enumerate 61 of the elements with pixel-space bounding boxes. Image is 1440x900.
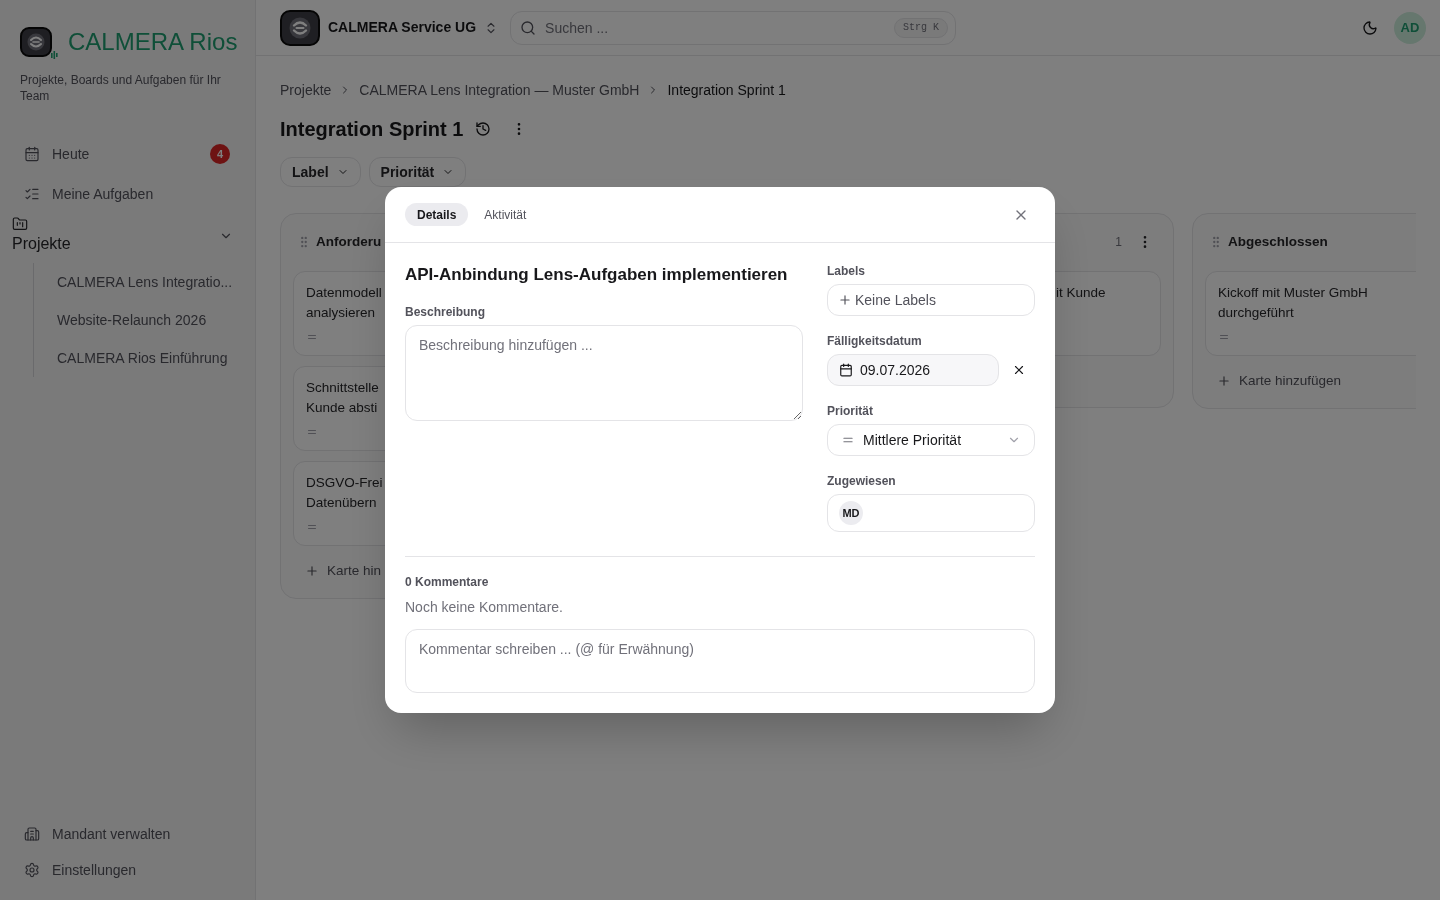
workspace-switcher[interactable]: CALMERA Service UG [280, 9, 499, 46]
breadcrumb-current: Integration Sprint 1 [667, 80, 786, 100]
add-card-button[interactable]: Karte hin [293, 556, 382, 586]
assignee-avatar[interactable]: MD [839, 501, 863, 525]
project-link[interactable]: Website-Relaunch 2026 [34, 301, 255, 339]
column-title: Abgeschlossen [1228, 232, 1328, 251]
field-label: Fälligkeitsdatum [827, 333, 923, 349]
card-title: Schnittstelle Kunde absti [306, 379, 379, 417]
filter-button[interactable]: Label [280, 157, 361, 187]
field-label: 0 Kommentare [405, 574, 490, 590]
task-card[interactable]: Kickoff mit Muster GmbH durchgeführt [1205, 271, 1416, 356]
history-icon[interactable] [475, 121, 492, 137]
card-title: Datenmodell analysieren [306, 284, 382, 322]
card-title: Kickoff mit Muster GmbH durchgeführt [1218, 284, 1368, 322]
clear-icon[interactable] [1012, 363, 1026, 377]
search-icon [520, 19, 537, 36]
empty-comments-text: Noch keine Kommentare. [405, 598, 564, 617]
moon-icon[interactable] [1362, 19, 1378, 36]
card-title: it Kunde [1056, 284, 1106, 302]
tab[interactable]: Details [405, 203, 469, 226]
field-label: Beschreibung [405, 304, 486, 320]
field-label: Labels [827, 263, 866, 279]
field-label: Priorität [827, 403, 874, 419]
assignee-field[interactable]: MD [827, 494, 1035, 532]
logo-icon [280, 9, 320, 46]
calendar-icon [24, 146, 40, 162]
description-field[interactable]: Beschreibung hinzufügen ... [405, 325, 803, 421]
tagline: Projekte, Boards und Aufgaben für Ihr Team [19, 72, 222, 104]
building-icon [24, 826, 40, 842]
nav-item[interactable]: Einstellungen [12, 852, 243, 888]
calendar-icon [839, 363, 853, 377]
logo-icon [20, 27, 58, 60]
card-title: DSGVO-Frei Datenübern [306, 474, 383, 512]
card-count: 1 [1115, 234, 1122, 251]
field-label: Zugewiesen [827, 473, 897, 489]
comment-field[interactable]: Kommentar schreiben ... (@ für Erwähnung) [405, 629, 1035, 693]
brand-name: CALMERA Rios [68, 27, 238, 57]
breadcrumb-link[interactable]: CALMERA Lens Integration — Muster GmbH [359, 79, 640, 101]
add-card-button[interactable]: Karte hinzufügen [1205, 366, 1342, 396]
plus-icon [1217, 374, 1231, 388]
nav-item[interactable]: Meine Aufgaben [12, 174, 243, 214]
plus-icon [838, 293, 852, 307]
project-link[interactable]: CALMERA Rios Einführung [34, 339, 255, 377]
priority-select[interactable]: Mittlere Priorität [827, 424, 1035, 456]
checklist-icon [24, 186, 40, 202]
section-toggle[interactable]: Projekte [0, 214, 255, 256]
project-link[interactable]: CALMERA Lens Integratio... [34, 263, 255, 301]
column-title: Anforderu [316, 232, 382, 251]
settings-icon [24, 862, 40, 878]
count-badge: 4 [210, 144, 230, 164]
due-date-button[interactable]: 09.07.2026 [827, 354, 999, 386]
task-title: API-Anbindung Lens-Aufgaben implementieren [405, 264, 789, 286]
add-label-button[interactable]: Keine Labels [827, 284, 1035, 316]
nav-item[interactable]: Heute 4 [12, 134, 243, 174]
breadcrumb-link[interactable]: Projekte [280, 79, 332, 101]
nav-item[interactable]: Mandant verwalten [12, 816, 243, 852]
filter-button[interactable]: Priorität [368, 157, 467, 187]
page-title: Integration Sprint 1 [280, 117, 464, 142]
plus-icon [305, 564, 319, 578]
tab[interactable]: Aktivität [472, 203, 539, 226]
folder-icon [12, 216, 28, 232]
